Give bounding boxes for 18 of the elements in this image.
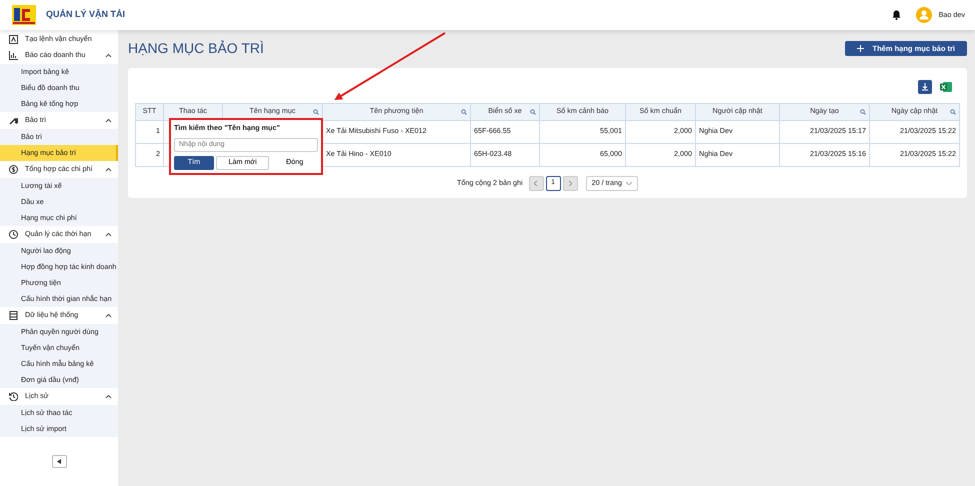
history-icon	[9, 392, 18, 401]
clock-icon	[9, 230, 18, 239]
document-icon	[9, 34, 18, 44]
database-icon	[9, 311, 18, 320]
chevron-right-icon	[568, 180, 572, 186]
collapse-sidebar-button[interactable]	[52, 455, 66, 468]
chevron-left-icon	[534, 180, 538, 186]
dollar-circle-icon	[9, 165, 18, 174]
plus-icon	[857, 44, 864, 52]
caret-icon	[57, 459, 61, 464]
notification-bell-icon[interactable]	[892, 10, 901, 20]
dropdown-caret-icon	[626, 182, 632, 185]
app-title: QUẢN LÝ VẬN TẢI	[46, 8, 126, 22]
download-icon[interactable]	[918, 80, 932, 94]
page-title: HẠNG MỤC BẢO TRÌ	[128, 40, 264, 57]
company-logo	[12, 5, 36, 25]
bar-chart-icon	[9, 51, 18, 60]
excel-icon[interactable]	[940, 81, 952, 94]
